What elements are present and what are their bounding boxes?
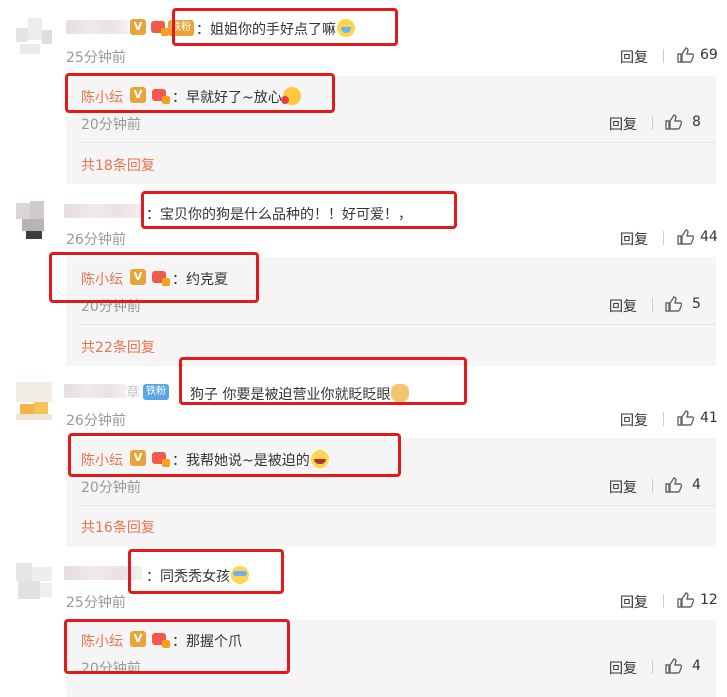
highlight-box [141, 191, 457, 229]
divider [81, 505, 716, 506]
thumbs-up-icon[interactable] [664, 113, 682, 131]
divider [652, 116, 653, 130]
like-count: 69 [700, 47, 718, 63]
member-badge-icon [151, 19, 169, 36]
highlight-box [65, 73, 335, 113]
divider [652, 660, 653, 674]
avatar[interactable] [16, 382, 52, 420]
reply-button[interactable]: 回复 [609, 114, 637, 134]
divider [663, 49, 664, 63]
highlight-box [179, 357, 467, 405]
highlight-box [64, 619, 290, 674]
thumbs-up-icon[interactable] [676, 591, 694, 609]
thumbs-up-icon[interactable] [676, 409, 694, 427]
more-replies-link[interactable]: 共18条回复 [81, 155, 155, 175]
divider [81, 324, 716, 325]
like-count: 41 [700, 410, 718, 426]
avatar[interactable] [16, 563, 52, 601]
highlight-box [49, 252, 259, 303]
avatar[interactable] [16, 201, 52, 239]
reply-button[interactable]: 回复 [620, 592, 648, 612]
highlight-box [172, 8, 398, 46]
comment-time: 25分钟前 [66, 50, 126, 66]
verified-v-icon: V [130, 19, 146, 35]
thumbs-up-icon[interactable] [664, 476, 682, 494]
reply-button[interactable]: 回复 [620, 410, 648, 430]
username-blurred[interactable] [64, 384, 126, 398]
thumbs-up-icon[interactable] [676, 228, 694, 246]
like-count: 4 [692, 477, 701, 493]
reply-button[interactable]: 回复 [609, 296, 637, 316]
divider [81, 142, 716, 143]
username-blurred[interactable] [64, 204, 142, 218]
avatar[interactable] [16, 18, 52, 56]
divider [652, 298, 653, 312]
divider [652, 479, 653, 493]
username-blurred[interactable] [66, 20, 128, 34]
thumbs-up-icon[interactable] [676, 46, 694, 64]
more-replies-link[interactable]: 共22条回复 [81, 337, 155, 357]
highlight-box [68, 433, 401, 477]
like-count: 44 [700, 229, 718, 245]
more-replies-link[interactable]: 共16条回复 [81, 517, 155, 537]
reply-button[interactable]: 回复 [609, 658, 637, 678]
reply-button[interactable]: 回复 [620, 229, 648, 249]
thumbs-up-icon[interactable] [664, 295, 682, 313]
like-count: 5 [692, 296, 701, 312]
reply-button[interactable]: 回复 [620, 47, 648, 67]
divider [663, 412, 664, 426]
reply-time: 20分钟前 [81, 480, 141, 496]
fan-tag: 铁粉 [143, 384, 169, 400]
reply-time: 20分钟前 [81, 117, 141, 133]
thumbs-up-icon[interactable] [664, 657, 682, 675]
like-count: 4 [692, 658, 701, 674]
divider [663, 594, 664, 608]
like-count: 12 [700, 592, 718, 608]
divider [663, 231, 664, 245]
comment-time: 25分钟前 [66, 595, 126, 611]
username-suffix: 章 [126, 385, 140, 401]
like-count: 8 [692, 114, 701, 130]
reply-button[interactable]: 回复 [609, 477, 637, 497]
highlight-box [128, 549, 284, 594]
comment-time: 26分钟前 [66, 413, 126, 429]
comment-time: 26分钟前 [66, 232, 126, 248]
